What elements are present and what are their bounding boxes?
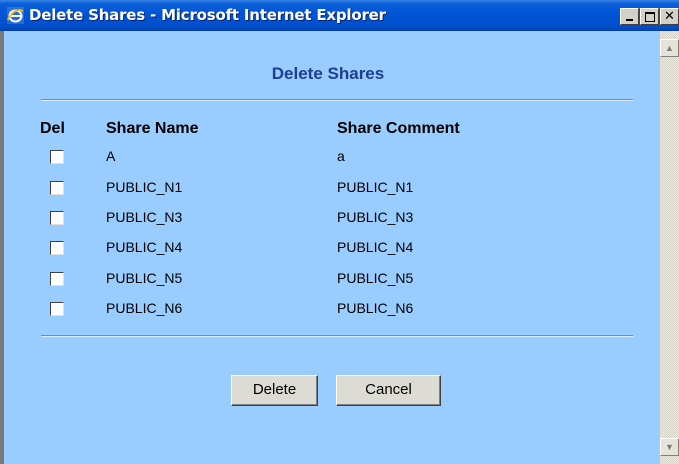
- share-comment: PUBLIC_N1: [337, 179, 414, 195]
- share-comment: a: [337, 148, 345, 164]
- column-header-share-comment: Share Comment: [337, 120, 460, 137]
- window-controls: ✕: [619, 8, 679, 26]
- close-icon[interactable]: ✕: [660, 8, 679, 25]
- maximize-icon[interactable]: [640, 8, 659, 25]
- share-name: PUBLIC_N4: [106, 239, 183, 255]
- share-name: A: [106, 148, 116, 164]
- share-comment: PUBLIC_N6: [337, 300, 414, 316]
- bottom-divider: [41, 335, 633, 337]
- scroll-up-icon[interactable]: ▲: [660, 39, 679, 57]
- title-bar[interactable]: Delete Shares - Microsoft Internet Explo…: [0, 0, 679, 31]
- ie-icon: [7, 7, 24, 24]
- delete-checkbox[interactable]: [50, 302, 64, 316]
- share-name: PUBLIC_N6: [106, 300, 183, 316]
- share-name: PUBLIC_N3: [106, 209, 183, 225]
- page-title: Delete Shares: [271, 64, 385, 83]
- delete-button[interactable]: Delete: [231, 375, 318, 406]
- top-divider: [41, 99, 633, 101]
- delete-checkbox[interactable]: [50, 150, 64, 164]
- delete-checkbox[interactable]: [50, 272, 64, 286]
- vertical-scrollbar[interactable]: ▲ ▼: [660, 31, 679, 464]
- column-header-share-name: Share Name: [106, 120, 199, 137]
- ie-window: Delete Shares - Microsoft Internet Explo…: [0, 0, 679, 464]
- delete-checkbox[interactable]: [50, 241, 64, 255]
- column-header-del: Del: [40, 120, 65, 137]
- scroll-down-icon[interactable]: ▼: [660, 438, 679, 456]
- delete-checkbox[interactable]: [50, 181, 64, 195]
- share-comment: PUBLIC_N4: [337, 239, 414, 255]
- share-name: PUBLIC_N5: [106, 270, 183, 286]
- window-title: Delete Shares - Microsoft Internet Explo…: [29, 6, 386, 24]
- cancel-button[interactable]: Cancel: [336, 375, 441, 406]
- share-comment: PUBLIC_N5: [337, 270, 414, 286]
- delete-checkbox[interactable]: [50, 211, 64, 225]
- share-comment: PUBLIC_N3: [337, 209, 414, 225]
- minimize-icon[interactable]: [620, 8, 639, 25]
- share-name: PUBLIC_N1: [106, 179, 183, 195]
